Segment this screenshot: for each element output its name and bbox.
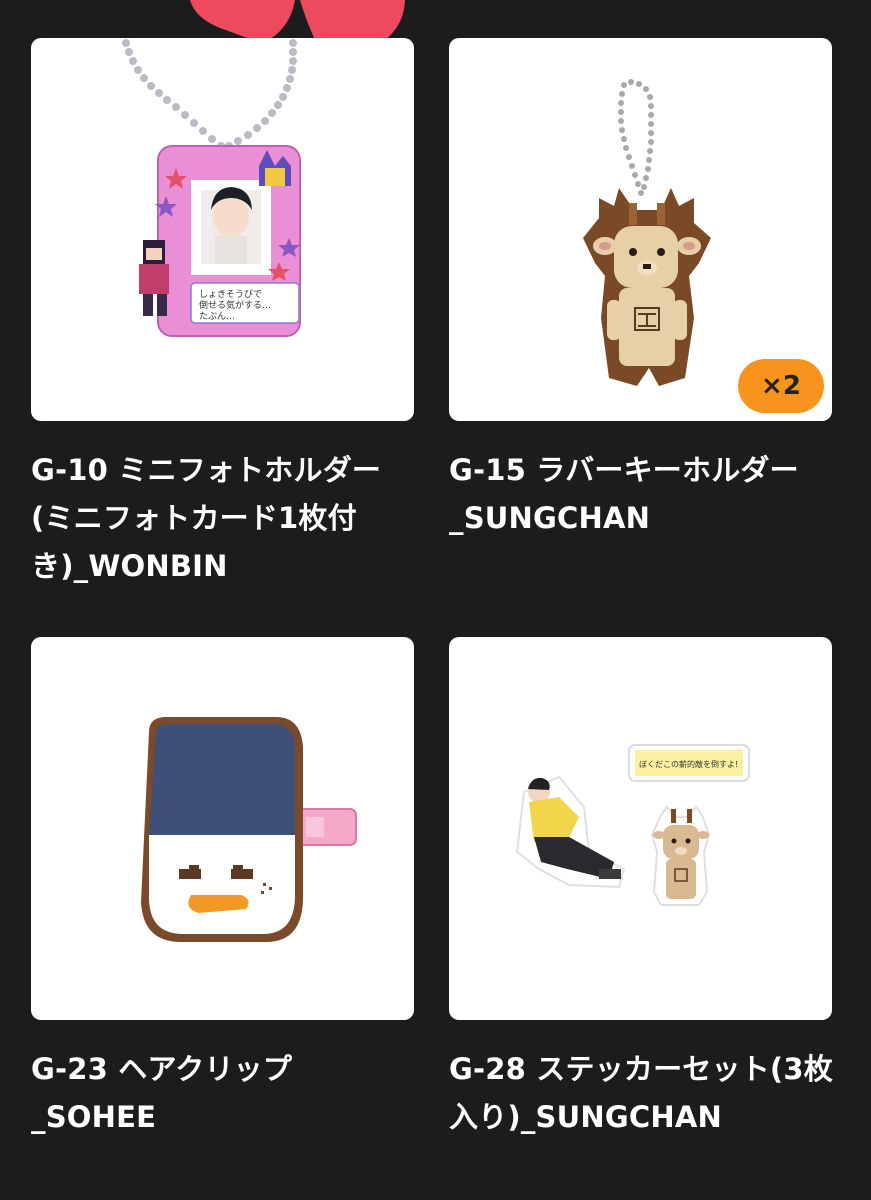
sticker-set-image: ぼくだこの薪的敵を倒すよ!	[515, 744, 750, 906]
svg-text:たぶん…: たぶん…	[199, 311, 235, 322]
mini-photo-holder-image: しょきそうびで 倒せる気がする… たぶん…	[122, 39, 301, 337]
product-card[interactable]	[31, 637, 414, 1020]
product-title[interactable]: G-15 ラバーキーホルダー_SUNGCHAN	[449, 446, 834, 542]
hair-clip-penguin-image	[141, 717, 357, 942]
product-title[interactable]: G-10 ミニフォトホルダー(ミニフォトカード1枚付き)_WONBIN	[31, 446, 416, 590]
product-card[interactable]: ぼくだこの薪的敵を倒すよ!	[449, 637, 832, 1020]
product-title[interactable]: G-28 ステッカーセット(3枚入り)_SUNGCHAN	[449, 1045, 834, 1141]
svg-text:しょきそうびで: しょきそうびで	[199, 289, 262, 300]
product-card[interactable]: ×2	[449, 38, 832, 421]
product-grid: しょきそうびで 倒せる気がする… たぶん… G-10 ミニフォトホルダー(ミニフ…	[0, 0, 871, 1200]
svg-text:倒せる気がする…: 倒せる気がする…	[199, 299, 271, 311]
svg-text:ぼくだこの薪的敵を倒すよ!: ぼくだこの薪的敵を倒すよ!	[639, 759, 738, 769]
product-card[interactable]: しょきそうびで 倒せる気がする… たぶん…	[31, 38, 414, 421]
quantity-badge: ×2	[738, 359, 824, 413]
product-title[interactable]: G-23 ヘアクリップ_SOHEE	[31, 1045, 416, 1141]
